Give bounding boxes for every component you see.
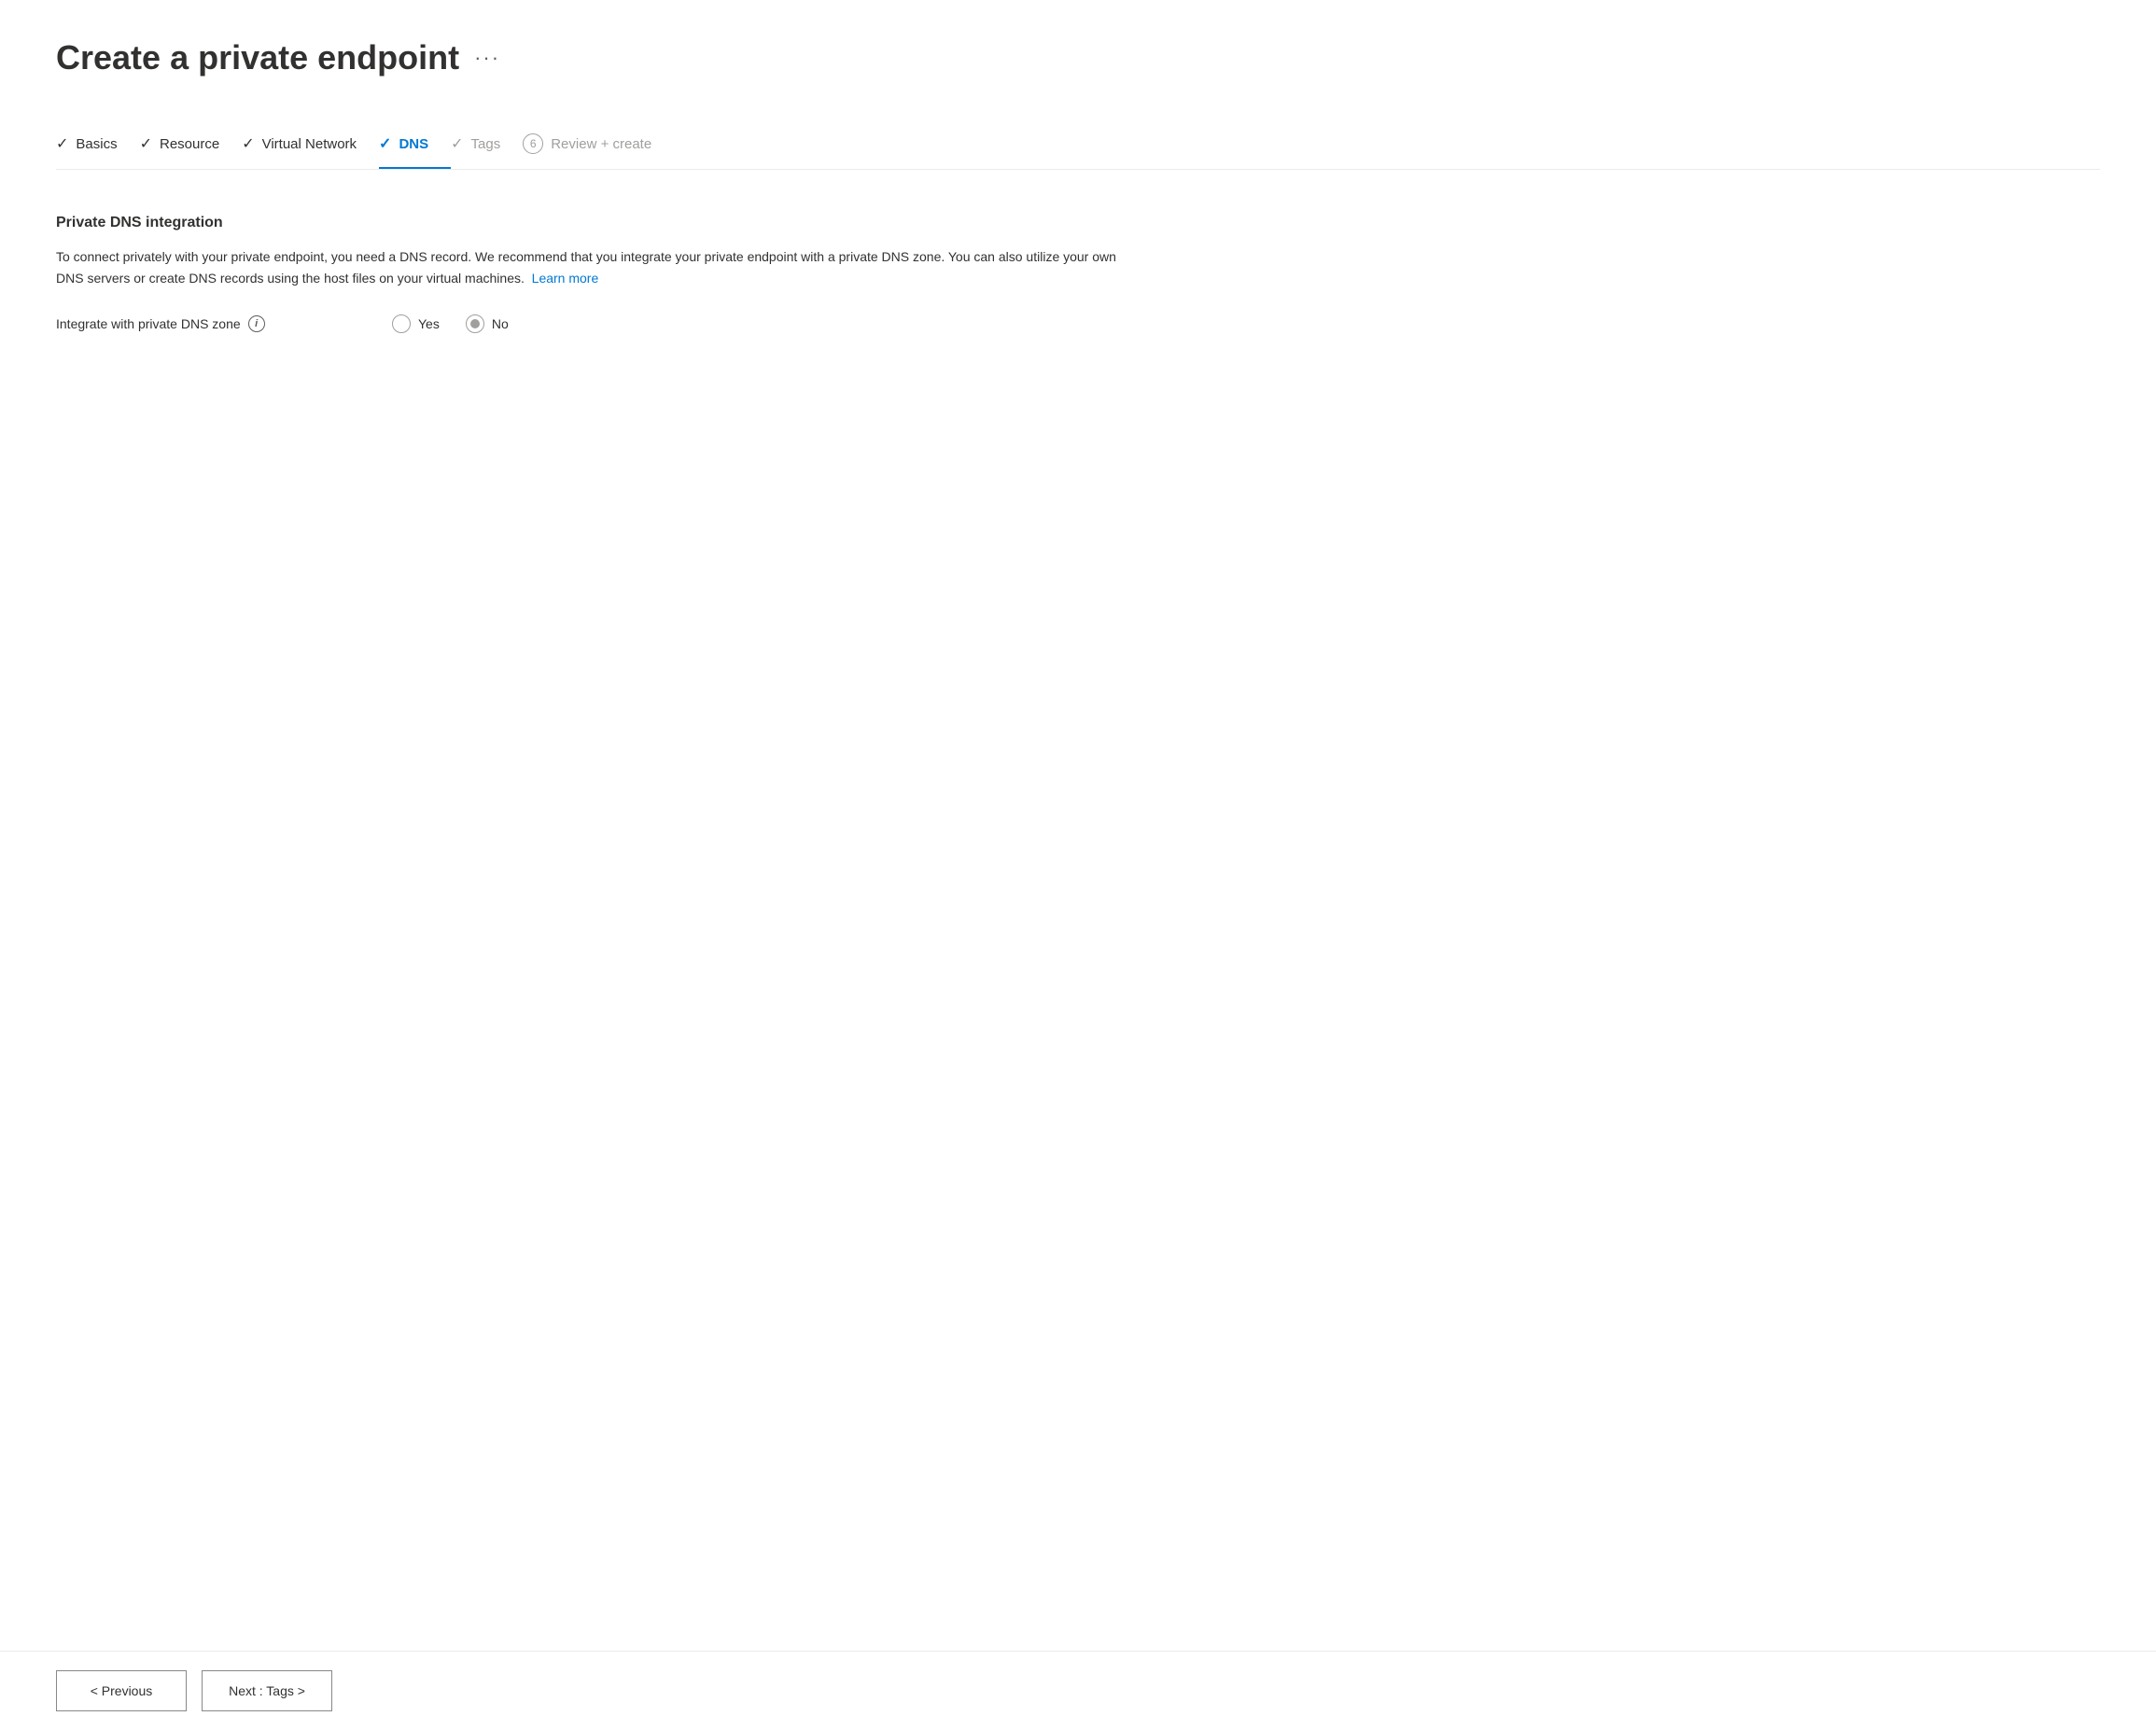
wizard-step-dns[interactable]: ✓ DNS [379,123,451,168]
wizard-step-virtual-network[interactable]: ✓ Virtual Network [242,123,379,168]
form-label: Integrate with private DNS zone i [56,315,392,332]
wizard-step-tags[interactable]: ✓ Tags [451,123,523,168]
step-label-basics: Basics [76,136,117,152]
step-label-tags: Tags [471,136,501,152]
step-label-virtual-network: Virtual Network [262,136,357,152]
dns-radio-group: Yes No [392,314,509,333]
radio-label-no: No [492,316,509,331]
step-check-tags: ✓ [451,134,463,153]
radio-label-yes: Yes [418,316,440,331]
section-title: Private DNS integration [56,215,1363,231]
radio-circle-no[interactable] [466,314,484,333]
wizard-step-resource[interactable]: ✓ Resource [140,123,243,168]
step-check-dns: ✓ [379,134,391,153]
step-label-resource: Resource [160,136,219,152]
info-icon[interactable]: i [248,315,265,332]
wizard-step-basics[interactable]: ✓ Basics [56,123,140,168]
radio-circle-yes[interactable] [392,314,411,333]
radio-option-yes[interactable]: Yes [392,314,440,333]
step-number-review-create: 6 [523,133,543,154]
step-check-resource: ✓ [140,134,152,153]
radio-option-no[interactable]: No [466,314,509,333]
page-title: Create a private endpoint [56,37,459,77]
step-check-basics: ✓ [56,134,68,153]
wizard-steps: ✓ Basics ✓ Resource ✓ Virtual Network ✓ … [56,122,2100,170]
content-area: Private DNS integration To connect priva… [56,207,1363,341]
footer: < Previous Next : Tags > [0,1651,2156,1730]
wizard-step-review-create[interactable]: 6 Review + create [523,122,674,169]
step-check-virtual-network: ✓ [242,134,254,153]
learn-more-link[interactable]: Learn more [532,271,599,286]
ellipsis-menu-button[interactable]: ··· [474,46,500,70]
step-label-dns: DNS [399,136,428,152]
dns-integration-form-row: Integrate with private DNS zone i Yes No [56,314,1363,333]
description-text: To connect privately with your private e… [56,246,1129,288]
previous-button[interactable]: < Previous [56,1670,187,1711]
step-label-review-create: Review + create [551,136,651,152]
next-button[interactable]: Next : Tags > [202,1670,332,1711]
